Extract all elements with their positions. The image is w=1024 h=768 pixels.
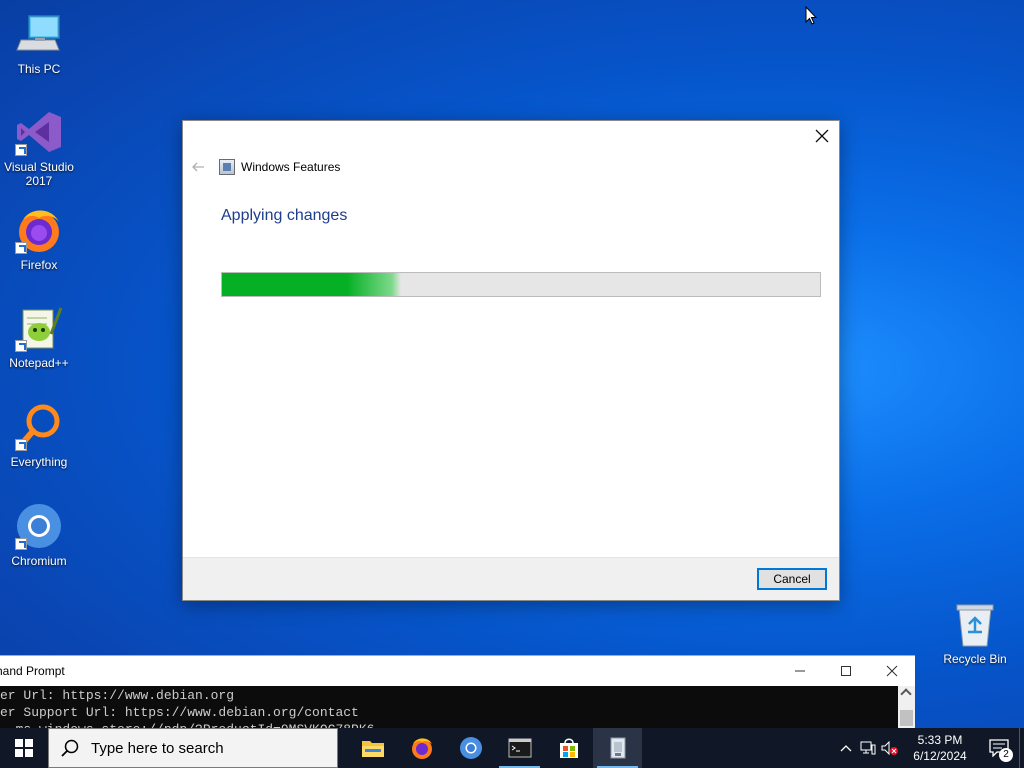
dialog-footer: Cancel [183, 557, 839, 600]
desktop-icon-everything[interactable]: Everything [0, 403, 78, 469]
maximize-icon[interactable] [823, 656, 869, 686]
clock-date: 6/12/2024 [913, 749, 967, 763]
clock-time: 5:33 PM [917, 733, 963, 747]
desktop-icon-visual-studio[interactable]: Visual Studio 2017 [0, 108, 78, 188]
status-heading: Applying changes [221, 207, 348, 224]
chevron-up-icon[interactable] [835, 728, 857, 768]
taskbar-search[interactable] [48, 728, 338, 768]
desktop-icon-recycle-bin[interactable]: Recycle Bin [938, 600, 1012, 666]
shortcut-arrow-icon [15, 340, 27, 352]
desktop-icon-notepad-plus-plus[interactable]: Notepad++ [0, 304, 78, 370]
taskbar-chromium[interactable] [446, 728, 495, 768]
file-explorer-icon [361, 741, 384, 757]
terminal-icon [508, 738, 531, 758]
windows-features-icon [219, 159, 235, 175]
search-input[interactable] [91, 739, 311, 757]
desktop-icon-label: Everything [10, 455, 68, 469]
cmd-title: hand Prompt [0, 664, 65, 678]
start-button[interactable] [0, 728, 48, 768]
system-tray: 5:33 PM 6/12/2024 2 [835, 728, 1024, 768]
windows-logo-icon [15, 739, 33, 757]
dialog-header: Windows Features [191, 157, 340, 177]
search-icon [61, 739, 79, 757]
desktop-icon-label: Notepad++ [9, 356, 69, 370]
recycle-bin-icon [953, 602, 997, 648]
taskbar-apps [348, 728, 642, 768]
dialog-title: Windows Features [241, 160, 341, 174]
desktop-icon-chromium[interactable]: Chromium [0, 502, 78, 568]
desktop-icon-this-pc[interactable]: This PC [0, 10, 78, 76]
notification-count-badge: 2 [999, 748, 1013, 762]
taskbar-command-prompt[interactable] [495, 728, 544, 768]
desktop-icon-label: Chromium [11, 554, 67, 568]
close-icon[interactable] [869, 656, 915, 686]
show-desktop-button[interactable] [1019, 728, 1024, 768]
network-icon[interactable] [857, 728, 879, 768]
action-center-button[interactable]: 2 [979, 728, 1019, 768]
desktop-icon-label: Firefox [20, 258, 58, 272]
desktop-icon-label: Recycle Bin [943, 652, 1007, 666]
desktop-icon-label: Visual Studio 2017 [4, 160, 74, 188]
firefox-icon [15, 206, 63, 254]
back-arrow-icon[interactable] [191, 160, 205, 174]
windows-features-dialog: Windows Features Applying changes Cancel [182, 120, 840, 601]
computer-icon [15, 10, 63, 58]
taskbar-file-explorer[interactable] [348, 728, 397, 768]
visual-studio-icon [15, 108, 63, 156]
desktop-icon-label: This PC [17, 62, 61, 76]
progress-fill [222, 273, 402, 296]
cancel-button[interactable]: Cancel [757, 568, 827, 590]
cmd-line: er Url: https://www.debian.org [0, 688, 235, 703]
scroll-up-icon[interactable] [900, 688, 912, 700]
windows-features-icon [610, 737, 625, 759]
clock[interactable]: 5:33 PM 6/12/2024 [901, 732, 979, 764]
store-icon [559, 738, 578, 758]
shortcut-arrow-icon [15, 144, 27, 156]
everything-search-icon [15, 403, 63, 451]
taskbar-windows-features[interactable] [593, 728, 642, 768]
scroll-thumb[interactable] [900, 710, 913, 726]
chromium-icon [459, 737, 482, 759]
cmd-titlebar[interactable]: hand Prompt [0, 656, 915, 686]
shortcut-arrow-icon [15, 538, 27, 550]
taskbar-store[interactable] [544, 728, 593, 768]
notepad-plus-plus-icon [15, 304, 63, 352]
shortcut-arrow-icon [15, 439, 27, 451]
minimize-icon[interactable] [777, 656, 823, 686]
cmd-line: er Support Url: https://www.debian.org/c… [0, 705, 359, 720]
desktop-icon-firefox[interactable]: Firefox [0, 206, 78, 272]
close-icon[interactable] [813, 127, 831, 145]
shortcut-arrow-icon [15, 242, 27, 254]
taskbar: 5:33 PM 6/12/2024 2 [0, 728, 1024, 768]
chromium-icon [15, 502, 63, 550]
firefox-icon [411, 738, 432, 759]
taskbar-firefox[interactable] [397, 728, 446, 768]
mouse-pointer-icon [805, 5, 818, 31]
volume-muted-icon[interactable] [879, 728, 901, 768]
progress-bar [221, 272, 821, 297]
